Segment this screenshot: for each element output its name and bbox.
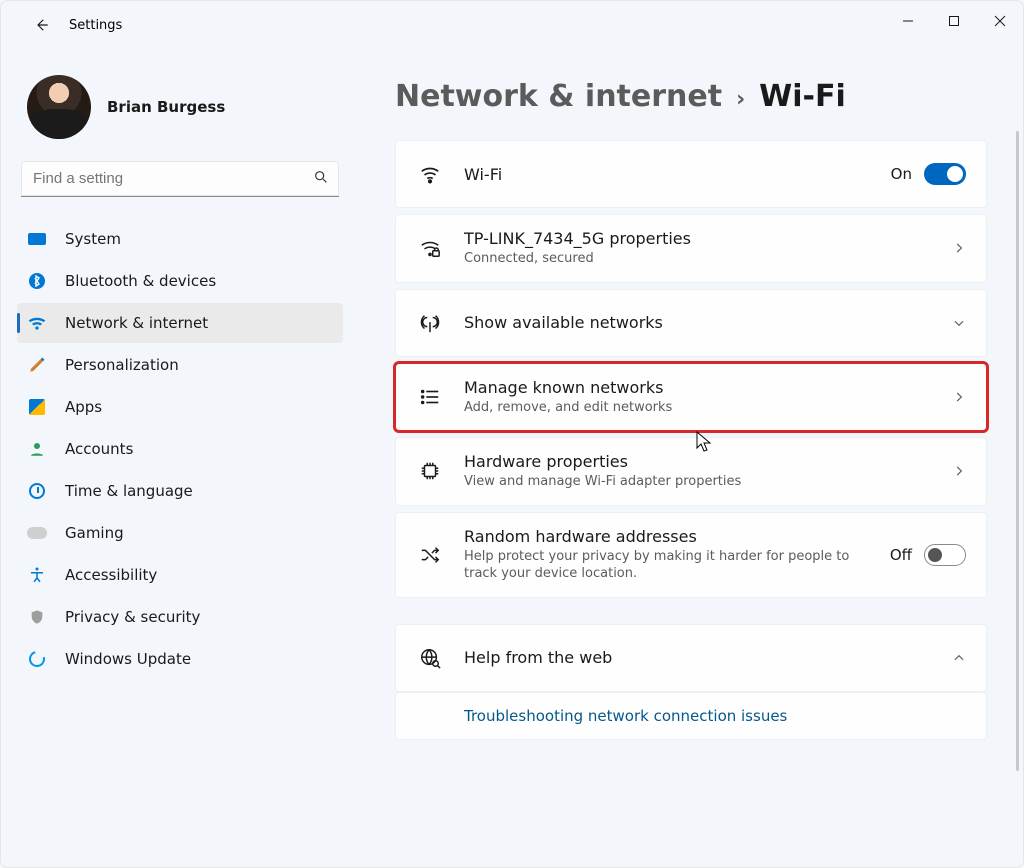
scrollbar[interactable] <box>1016 131 1019 771</box>
wifi-toggle[interactable] <box>924 163 966 185</box>
card-title: Show available networks <box>464 313 952 332</box>
globe-search-icon <box>416 647 444 669</box>
toggle-label: On <box>891 165 912 183</box>
wifi-secured-icon <box>416 237 444 259</box>
back-button[interactable] <box>21 5 61 45</box>
card-help-from-web[interactable]: Help from the web <box>395 624 987 692</box>
sidebar-item-time[interactable]: Time & language <box>17 471 343 511</box>
bluetooth-icon <box>27 271 47 291</box>
arrow-left-icon <box>32 16 50 34</box>
display-icon <box>27 229 47 249</box>
apps-icon <box>27 397 47 417</box>
sidebar-item-bluetooth[interactable]: Bluetooth & devices <box>17 261 343 301</box>
sidebar-item-label: Personalization <box>65 356 179 374</box>
close-button[interactable] <box>977 1 1023 41</box>
clock-icon <box>27 481 47 501</box>
sidebar-item-label: Accounts <box>65 440 133 458</box>
breadcrumb-parent[interactable]: Network & internet <box>395 79 722 114</box>
sidebar-item-privacy[interactable]: Privacy & security <box>17 597 343 637</box>
card-title: Wi-Fi <box>464 165 891 184</box>
maximize-icon <box>948 15 960 27</box>
chevron-right-icon <box>952 241 966 255</box>
sidebar-item-label: Privacy & security <box>65 608 200 626</box>
chevron-right-icon: › <box>736 87 745 112</box>
card-subtitle: Help protect your privacy by making it h… <box>464 548 884 583</box>
minimize-icon <box>902 15 914 27</box>
window-controls <box>885 1 1023 49</box>
card-title: Help from the web <box>464 648 952 667</box>
person-icon <box>27 439 47 459</box>
sidebar-item-label: Windows Update <box>65 650 191 668</box>
nav-list: System Bluetooth & devices Network & int… <box>17 219 343 679</box>
shuffle-icon <box>416 544 444 566</box>
card-subtitle: Add, remove, and edit networks <box>464 399 884 417</box>
sidebar-item-apps[interactable]: Apps <box>17 387 343 427</box>
accessibility-icon <box>27 565 47 585</box>
profile-name: Brian Burgess <box>107 98 225 116</box>
search-box[interactable] <box>21 161 339 197</box>
chevron-up-icon <box>952 651 966 665</box>
sidebar-item-label: System <box>65 230 121 248</box>
sidebar-item-label: Apps <box>65 398 102 416</box>
chevron-down-icon <box>952 316 966 330</box>
card-subtitle: View and manage Wi-Fi adapter properties <box>464 473 884 491</box>
sidebar-item-label: Gaming <box>65 524 124 542</box>
sidebar-item-label: Accessibility <box>65 566 157 584</box>
paintbrush-icon <box>27 355 47 375</box>
maximize-button[interactable] <box>931 1 977 41</box>
sidebar-item-system[interactable]: System <box>17 219 343 259</box>
avatar <box>27 75 91 139</box>
sidebar-item-label: Bluetooth & devices <box>65 272 216 290</box>
card-available-networks[interactable]: Show available networks <box>395 289 987 357</box>
toggle-label: Off <box>890 546 912 564</box>
random-hw-toggle[interactable] <box>924 544 966 566</box>
antenna-icon <box>416 312 444 334</box>
card-wifi-toggle[interactable]: Wi-Fi On <box>395 140 987 208</box>
sidebar-item-label: Network & internet <box>65 314 208 332</box>
sidebar-item-gaming[interactable]: Gaming <box>17 513 343 553</box>
card-title: Random hardware addresses <box>464 527 890 546</box>
gamepad-icon <box>27 523 47 543</box>
card-subtitle: Connected, secured <box>464 250 884 268</box>
chevron-right-icon <box>952 464 966 478</box>
sidebar-item-accessibility[interactable]: Accessibility <box>17 555 343 595</box>
shield-icon <box>27 607 47 627</box>
chip-icon <box>416 460 444 482</box>
minimize-button[interactable] <box>885 1 931 41</box>
breadcrumb: Network & internet › Wi-Fi <box>395 79 987 114</box>
card-title: Hardware properties <box>464 452 952 471</box>
search-input[interactable] <box>31 169 313 188</box>
sidebar-item-label: Time & language <box>65 482 193 500</box>
page-title: Wi-Fi <box>759 79 846 114</box>
card-hardware-properties[interactable]: Hardware properties View and manage Wi-F… <box>395 437 987 506</box>
card-manage-known-networks[interactable]: Manage known networks Add, remove, and e… <box>395 363 987 432</box>
card-random-hw-addresses[interactable]: Random hardware addresses Help protect y… <box>395 512 987 598</box>
sidebar-item-network[interactable]: Network & internet <box>17 303 343 343</box>
wifi-icon <box>416 163 444 185</box>
close-icon <box>994 15 1006 27</box>
sidebar-item-accounts[interactable]: Accounts <box>17 429 343 469</box>
titlebar: Settings <box>1 1 1023 49</box>
sidebar: Brian Burgess System Bluetooth & devices <box>1 49 359 867</box>
card-connection-properties[interactable]: TP-LINK_7434_5G properties Connected, se… <box>395 214 987 283</box>
help-link-troubleshoot[interactable]: Troubleshooting network connection issue… <box>395 692 987 740</box>
chevron-right-icon <box>952 390 966 404</box>
card-title: Manage known networks <box>464 378 952 397</box>
card-title: TP-LINK_7434_5G properties <box>464 229 952 248</box>
profile-block[interactable]: Brian Burgess <box>17 59 343 161</box>
main-content: Network & internet › Wi-Fi Wi-Fi On TP-L… <box>359 49 1023 867</box>
wifi-icon <box>27 313 47 333</box>
sidebar-item-personalization[interactable]: Personalization <box>17 345 343 385</box>
update-icon <box>27 649 47 669</box>
list-icon <box>416 386 444 408</box>
sidebar-item-update[interactable]: Windows Update <box>17 639 343 679</box>
app-title: Settings <box>69 18 122 33</box>
search-icon <box>313 169 329 189</box>
